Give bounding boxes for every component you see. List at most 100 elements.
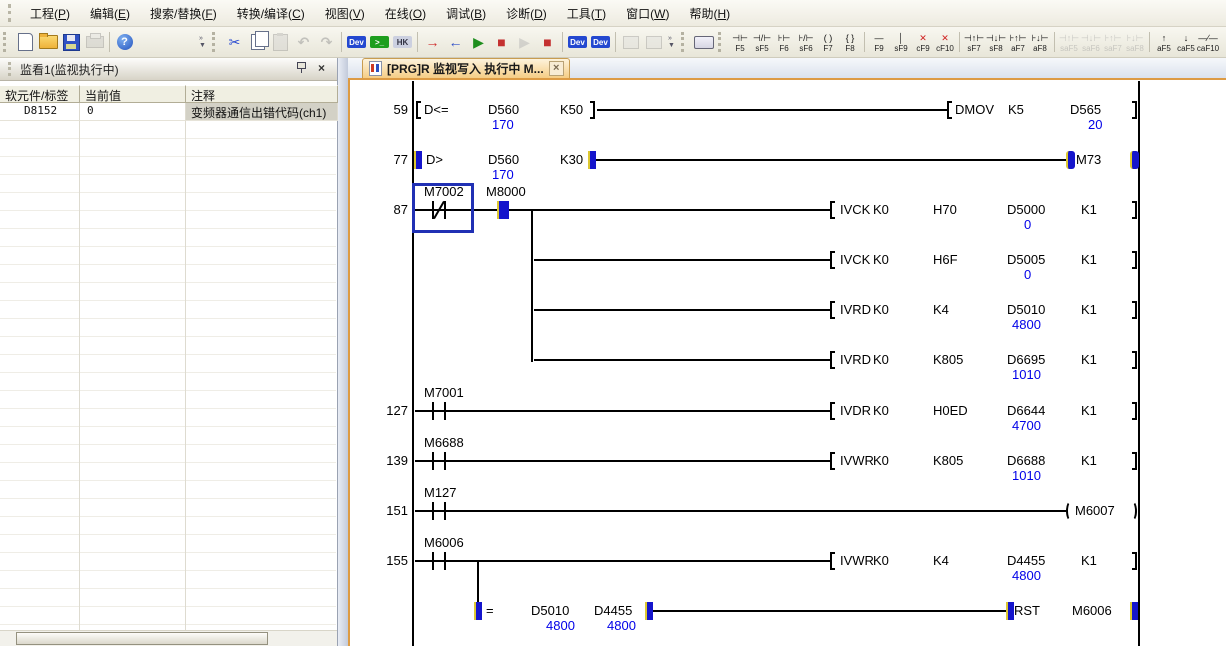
ladder-text-op[interactable]: M6007 (1075, 503, 1115, 519)
ladder-text-val[interactable]: 0 (1024, 217, 1031, 233)
ladder-text-lbl[interactable]: M6006 (424, 535, 464, 551)
ladder-text-val[interactable]: 1010 (1012, 468, 1041, 484)
ladder-text-val[interactable]: 20 (1088, 117, 1102, 133)
instruction-bracket-energized[interactable] (588, 151, 596, 169)
contact-bar[interactable] (432, 402, 434, 420)
ladder-text-val[interactable]: 4800 (546, 618, 575, 634)
ladder-text-op[interactable]: K1 (1081, 403, 1097, 419)
ladder-text-val[interactable]: 1010 (1012, 367, 1041, 383)
instruction-bracket[interactable] (1132, 402, 1137, 420)
ladder-text-val[interactable]: 4800 (607, 618, 636, 634)
ladder-text-val[interactable]: 4800 (1012, 568, 1041, 584)
coil-paren-energized[interactable] (1066, 151, 1075, 169)
contact-energized[interactable] (497, 201, 509, 219)
ladder-text-val[interactable]: 170 (492, 167, 514, 183)
instruction-bracket-energized[interactable] (414, 151, 422, 169)
instruction-bracket[interactable] (1132, 452, 1137, 470)
instruction-bracket[interactable] (830, 301, 835, 319)
ladder-text-op[interactable]: K0 (873, 352, 889, 368)
contact-bar[interactable] (444, 452, 446, 470)
ladder-text-op[interactable]: D4455 (1007, 553, 1045, 569)
ladder-text-op[interactable]: K1 (1081, 553, 1097, 569)
ladder-text-op[interactable]: RST (1014, 603, 1040, 619)
ladder-text-op[interactable]: D<= (424, 102, 449, 118)
ladder-text-op[interactable]: D> (426, 152, 443, 168)
ladder-text-lbl[interactable]: M8000 (486, 184, 526, 200)
ladder-text-op[interactable]: IVRD (840, 302, 871, 318)
ladder-text-val[interactable]: 170 (492, 117, 514, 133)
ladder-step-number[interactable]: 59 (362, 102, 408, 118)
ladder-text-op[interactable]: IVWR (840, 453, 874, 469)
instruction-bracket[interactable] (1132, 301, 1137, 319)
ladder-text-op[interactable]: H70 (933, 202, 957, 218)
ladder-step-number[interactable]: 127 (362, 403, 408, 419)
coil-paren[interactable] (1128, 501, 1137, 521)
ladder-text-op[interactable]: K1 (1081, 453, 1097, 469)
instruction-bracket[interactable] (830, 402, 835, 420)
ladder-step-number[interactable]: 77 (362, 152, 408, 168)
ladder-text-op[interactable]: IVCK (840, 202, 870, 218)
contact-bar[interactable] (432, 452, 434, 470)
instruction-bracket-energized[interactable] (1006, 602, 1014, 620)
ladder-text-op[interactable]: K5 (1008, 102, 1024, 118)
ladder-text-op[interactable]: DMOV (955, 102, 994, 118)
ladder-text-op[interactable]: K805 (933, 453, 963, 469)
instruction-bracket[interactable] (1132, 351, 1137, 369)
ladder-text-val[interactable]: 4800 (1012, 317, 1041, 333)
ladder-text-op[interactable]: IVCK (840, 252, 870, 268)
ladder-text-op[interactable]: D5010 (1007, 302, 1045, 318)
ladder-text-op[interactable]: IVDR (840, 403, 871, 419)
ladder-text-op[interactable]: D5005 (1007, 252, 1045, 268)
ladder-text-op[interactable]: IVRD (840, 352, 871, 368)
instruction-bracket[interactable] (1132, 251, 1137, 269)
ladder-text-op[interactable]: K30 (560, 152, 583, 168)
ladder-text-op[interactable]: D565 (1070, 102, 1101, 118)
coil-paren-energized[interactable] (1130, 151, 1139, 169)
ladder-text-op[interactable]: D6695 (1007, 352, 1045, 368)
ladder-text-op[interactable]: D6688 (1007, 453, 1045, 469)
ladder-text-op[interactable]: K805 (933, 352, 963, 368)
instruction-bracket[interactable] (1132, 101, 1137, 119)
ladder-text-val[interactable]: 0 (1024, 267, 1031, 283)
ladder-text-op[interactable]: K0 (873, 252, 889, 268)
contact-bar[interactable] (444, 502, 446, 520)
ladder-text-op[interactable]: K0 (873, 453, 889, 469)
ladder-step-number[interactable]: 155 (362, 553, 408, 569)
ladder-text-op[interactable]: K1 (1081, 352, 1097, 368)
ladder-step-number[interactable]: 151 (362, 503, 408, 519)
ladder-text-lbl[interactable]: M127 (424, 485, 457, 501)
ladder-text-val[interactable]: 4700 (1012, 418, 1041, 434)
contact-bar[interactable] (432, 502, 434, 520)
ladder-text-op[interactable]: D560 (488, 152, 519, 168)
instruction-bracket[interactable] (1132, 552, 1137, 570)
instruction-bracket-energized[interactable] (645, 602, 653, 620)
instruction-bracket[interactable] (1132, 201, 1137, 219)
instruction-bracket-energized[interactable] (474, 602, 482, 620)
ladder-text-op[interactable]: K1 (1081, 202, 1097, 218)
ladder-text-lbl[interactable]: M7001 (424, 385, 464, 401)
ladder-text-op[interactable]: M73 (1076, 152, 1101, 168)
ladder-text-op[interactable]: K4 (933, 553, 949, 569)
instruction-bracket[interactable] (416, 101, 421, 119)
ladder-text-op[interactable]: K4 (933, 302, 949, 318)
ladder-text-op[interactable]: K0 (873, 202, 889, 218)
ladder-text-op[interactable]: K1 (1081, 252, 1097, 268)
ladder-text-op[interactable]: K0 (873, 403, 889, 419)
instruction-bracket[interactable] (830, 452, 835, 470)
ladder-text-op[interactable]: = (486, 603, 494, 619)
ladder-text-op[interactable]: K0 (873, 302, 889, 318)
contact-bar[interactable] (432, 552, 434, 570)
ladder-text-op[interactable]: K0 (873, 553, 889, 569)
ladder-step-number[interactable]: 87 (362, 202, 408, 218)
ladder-text-op[interactable]: H0ED (933, 403, 968, 419)
ladder-text-op[interactable]: D4455 (594, 603, 632, 619)
ladder-text-op[interactable]: D6644 (1007, 403, 1045, 419)
instruction-bracket[interactable] (947, 101, 952, 119)
instruction-bracket[interactable] (830, 351, 835, 369)
ladder-step-number[interactable]: 139 (362, 453, 408, 469)
ladder-text-lbl[interactable]: M6688 (424, 435, 464, 451)
ladder-text-op[interactable]: D560 (488, 102, 519, 118)
ladder-text-op[interactable]: D5000 (1007, 202, 1045, 218)
instruction-bracket[interactable] (830, 251, 835, 269)
ladder-text-op[interactable]: IVWR (840, 553, 874, 569)
